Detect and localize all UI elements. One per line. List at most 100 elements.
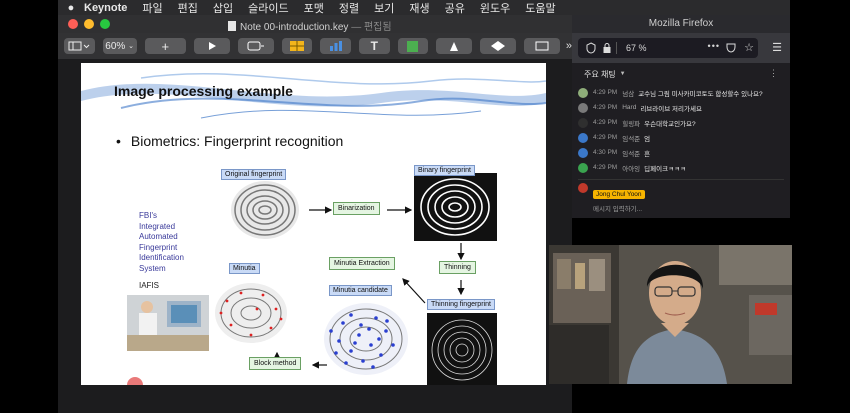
play-icon xyxy=(208,42,216,50)
chevron-down-icon[interactable]: ▼ xyxy=(620,71,626,77)
menu-help[interactable]: 도움말 xyxy=(525,0,555,16)
table-icon xyxy=(290,41,305,51)
arrow-to-minutia-extraction xyxy=(402,278,426,304)
my-avatar xyxy=(578,183,588,193)
process-block-method: Block method xyxy=(249,357,302,370)
more-options-icon[interactable]: ⋮ xyxy=(769,68,778,79)
chat-message: 4:29 PM 넘삼 교수님 그림 미사카미코토도 합성할수 있나요? xyxy=(578,85,784,100)
menu-slide[interactable]: 슬라이드 xyxy=(248,0,288,16)
chat-author[interactable]: 임석준 xyxy=(622,133,640,143)
chat-time: 4:29 PM xyxy=(593,164,618,171)
url-bar[interactable]: 67 % ••• ☆ xyxy=(578,38,758,58)
original-fingerprint-image xyxy=(231,181,299,239)
table-button[interactable] xyxy=(281,38,313,54)
avatar xyxy=(578,162,588,173)
media-button[interactable] xyxy=(436,38,473,54)
avatar xyxy=(578,102,588,113)
menu-window[interactable]: 윈도우 xyxy=(480,0,510,16)
keynote-live-icon xyxy=(247,41,264,51)
my-name-badge: Jong Chul Yoon xyxy=(593,190,645,199)
format-button[interactable] xyxy=(523,38,560,54)
fbi-line: Integrated xyxy=(139,221,176,231)
chat-text: 엄 xyxy=(644,135,651,143)
chat-header: 주요 채팅 ▼ ⋮ xyxy=(578,63,784,85)
apple-menu-icon[interactable]: ● xyxy=(58,2,84,14)
menu-format[interactable]: 포맷 xyxy=(304,0,324,16)
comment-button[interactable] xyxy=(480,38,516,54)
menu-share[interactable]: 공유 xyxy=(445,0,465,16)
menu-arrange[interactable]: 정렬 xyxy=(339,0,359,16)
menu-app[interactable]: Keynote xyxy=(84,2,127,14)
zoom-value: 60% xyxy=(105,40,126,52)
slide-marker-icon xyxy=(127,377,143,385)
chart-button[interactable] xyxy=(320,38,351,54)
keynote-window: Note 00-introduction.key — 편집됨 60% ⌄ + T xyxy=(58,15,572,413)
view-button[interactable] xyxy=(64,38,95,54)
shield-icon[interactable] xyxy=(586,42,596,54)
menu-view[interactable]: 보기 xyxy=(374,0,394,16)
process-thinning: Thinning xyxy=(439,261,476,274)
menu-edit[interactable]: 편집 xyxy=(178,0,198,16)
zoom-button[interactable]: 60% ⌄ xyxy=(102,38,137,54)
chat-author[interactable]: 넘삼 xyxy=(622,88,634,98)
close-window-icon[interactable] xyxy=(68,19,78,29)
avatar xyxy=(578,117,588,128)
text-button[interactable]: T xyxy=(358,38,390,54)
chart-icon xyxy=(329,41,342,51)
view-icon xyxy=(68,41,90,51)
live-chat-panel: 주요 채팅 ▼ ⋮ 4:29 PM 넘삼 교수님 그림 미사카미코토도 합성할수… xyxy=(572,63,790,213)
process-minutia-extraction: Minutia Extraction xyxy=(329,257,395,270)
keynote-toolbar: 60% ⌄ + T » xyxy=(58,33,572,59)
document-name: Note 00-introduction.key xyxy=(240,22,349,33)
chat-input-area: Jong Chul Yoon 메시지 입력하기... xyxy=(578,179,784,213)
minutia-candidate-image xyxy=(324,303,408,375)
chat-message: 4:29 PM 아아잉 딥페이크ㅋㅋㅋ xyxy=(578,160,784,175)
hamburger-menu-icon[interactable]: ☰ xyxy=(772,41,782,54)
menu-play[interactable]: 재생 xyxy=(409,0,429,16)
webcam-video xyxy=(549,245,792,384)
chat-author[interactable]: 힐링파 xyxy=(622,118,640,128)
menu-file[interactable]: 파일 xyxy=(142,0,162,16)
lock-icon[interactable] xyxy=(602,42,612,54)
chat-message: 4:29 PM 임석준 엄 xyxy=(578,130,784,145)
chat-mode-dropdown[interactable]: 주요 채팅 xyxy=(584,69,616,80)
diamond-icon xyxy=(490,41,505,51)
document-title: Note 00-introduction.key — 편집됨 xyxy=(228,18,392,33)
fullscreen-window-icon[interactable] xyxy=(100,19,110,29)
firefox-toolbar: 67 % ••• ☆ ☰ xyxy=(572,33,790,63)
avatar xyxy=(578,132,588,143)
slide[interactable]: Image processing example • Biometrics: Fi… xyxy=(81,63,546,385)
pocket-icon[interactable] xyxy=(726,42,736,53)
zoom-indicator[interactable]: 67 % xyxy=(626,43,647,53)
page-actions-icon[interactable]: ••• xyxy=(708,41,720,51)
thinning-fingerprint-image xyxy=(427,313,497,385)
avatar xyxy=(578,87,588,98)
chat-time: 4:29 PM xyxy=(593,134,618,141)
url-separator xyxy=(616,42,617,54)
chat-message: 4:29 PM 힐링파 우슨대학교인가요? xyxy=(578,115,784,130)
chat-author[interactable]: 임석준 xyxy=(622,148,640,158)
play-button[interactable] xyxy=(194,38,230,54)
chat-author[interactable]: Hard xyxy=(622,104,636,111)
fbi-line: System xyxy=(139,263,166,273)
document-status: — 편집됨 xyxy=(351,22,392,33)
chat-text: 우슨대학교인가요? xyxy=(644,120,696,128)
menu-insert[interactable]: 삽입 xyxy=(213,0,233,16)
minimize-window-icon[interactable] xyxy=(84,19,94,29)
firefox-window: Mozilla Firefox 67 % ••• ☆ ☰ 주요 채팅 ▼ ⋮ 4… xyxy=(572,15,790,218)
label-minutia-candidate: Minutia candidate xyxy=(329,285,392,296)
iafis-label: IAFIS xyxy=(139,281,160,290)
shape-button[interactable] xyxy=(397,38,429,54)
chat-message-input[interactable]: 메시지 입력하기... xyxy=(593,203,645,213)
add-slide-button[interactable]: + xyxy=(144,38,187,54)
binary-fingerprint-image xyxy=(414,173,497,241)
firefox-titlebar: Mozilla Firefox xyxy=(572,15,790,33)
chat-author[interactable]: 아아잉 xyxy=(622,163,640,173)
menu-bar: ● Keynote 파일 편집 삽입 슬라이드 포맷 정렬 보기 재생 공유 윈… xyxy=(58,0,790,15)
shape-icon xyxy=(407,40,419,52)
chat-time: 4:30 PM xyxy=(593,149,618,156)
chat-text: 리브라이브 저리가세요 xyxy=(640,105,702,113)
keynote-live-button[interactable] xyxy=(237,38,274,54)
label-original-fingerprint: Original fingerprint xyxy=(221,169,287,180)
bookmark-star-icon[interactable]: ☆ xyxy=(744,41,754,54)
